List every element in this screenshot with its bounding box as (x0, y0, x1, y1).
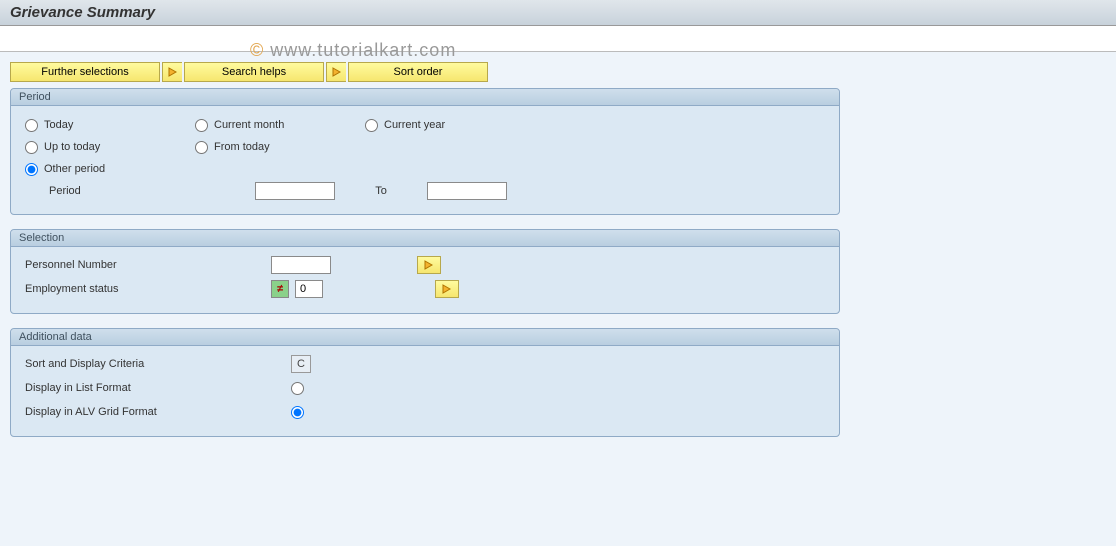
period-today-label: Today (44, 119, 73, 131)
personnel-number-multi-button[interactable] (417, 256, 441, 274)
employment-status-input[interactable] (295, 280, 323, 298)
display-alv-radio[interactable] (291, 406, 304, 419)
period-other-option[interactable]: Other period (25, 163, 195, 176)
period-other-label: Other period (44, 163, 105, 175)
arrow-right-icon (424, 260, 434, 270)
period-field-label: Period (49, 185, 249, 197)
period-up-to-today-label: Up to today (44, 141, 100, 153)
period-to-input[interactable] (427, 182, 507, 200)
selection-legend: Selection (11, 230, 839, 247)
display-list-label: Display in List Format (25, 382, 285, 394)
sort-order-button[interactable]: Sort order (348, 62, 488, 82)
display-alv-label: Display in ALV Grid Format (25, 406, 285, 418)
not-equal-icon[interactable]: ≠ (271, 280, 289, 298)
period-current-year-option[interactable]: Current year (365, 119, 535, 132)
period-to-label: To (341, 185, 421, 197)
arrow-right-icon (332, 67, 342, 77)
period-group: Period Today Current month Current year (10, 88, 840, 215)
period-from-today-radio[interactable] (195, 141, 208, 154)
period-up-to-today-radio[interactable] (25, 141, 38, 154)
personnel-number-input[interactable] (271, 256, 331, 274)
period-today-option[interactable]: Today (25, 119, 195, 132)
personnel-number-label: Personnel Number (25, 259, 265, 271)
employment-status-label: Employment status (25, 283, 265, 295)
app-toolbar-spacer (0, 26, 1116, 52)
arrow-right-icon (168, 67, 178, 77)
period-today-radio[interactable] (25, 119, 38, 132)
period-other-radio[interactable] (25, 163, 38, 176)
additional-legend: Additional data (11, 329, 839, 346)
sort-display-label: Sort and Display Criteria (25, 358, 285, 370)
sort-order-icon-button[interactable] (326, 62, 346, 82)
further-selections-button[interactable]: Further selections (10, 62, 160, 82)
page-title: Grievance Summary (0, 0, 1116, 26)
employment-status-multi-button[interactable] (435, 280, 459, 298)
period-from-today-label: From today (214, 141, 270, 153)
selection-group: Selection Personnel Number Employment st… (10, 229, 840, 314)
period-current-month-option[interactable]: Current month (195, 119, 365, 132)
search-helps-button[interactable]: Search helps (184, 62, 324, 82)
display-list-radio[interactable] (291, 382, 304, 395)
additional-data-group: Additional data Sort and Display Criteri… (10, 328, 840, 437)
period-current-month-label: Current month (214, 119, 284, 131)
period-from-today-option[interactable]: From today (195, 141, 365, 154)
period-current-year-radio[interactable] (365, 119, 378, 132)
search-helps-icon-button[interactable] (162, 62, 182, 82)
arrow-right-icon (442, 284, 452, 294)
period-legend: Period (11, 89, 839, 106)
period-current-month-radio[interactable] (195, 119, 208, 132)
sort-display-value[interactable]: C (291, 355, 311, 373)
period-up-to-today-option[interactable]: Up to today (25, 141, 195, 154)
period-current-year-label: Current year (384, 119, 445, 131)
period-from-input[interactable] (255, 182, 335, 200)
selection-toolbar: Further selections Search helps Sort ord… (10, 62, 1106, 82)
